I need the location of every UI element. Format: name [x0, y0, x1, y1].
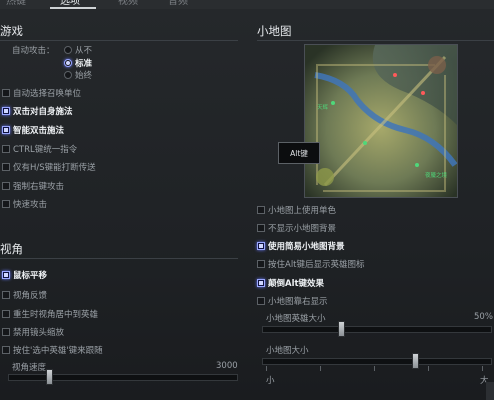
panel-scrollbar[interactable] [486, 382, 494, 400]
minimap-hero-size-label: 小地图英雄大小 [266, 314, 326, 324]
camera-speed-label: 视角速度 [12, 363, 47, 373]
camera-speed-slider-thumb[interactable] [46, 369, 53, 385]
camera-speed-value: 3000 [216, 361, 238, 371]
auto-attack-option-standard[interactable]: 标准 [75, 57, 92, 69]
minimap-size-tick [320, 366, 321, 371]
checkbox-hide-minimap-background[interactable] [257, 224, 265, 232]
tab-video[interactable]: 视频 [118, 0, 138, 8]
checkbox-invert-alt-effect[interactable] [257, 279, 265, 287]
checkbox-double-tap-self-cast[interactable] [2, 107, 10, 115]
minimap-size-tick [374, 366, 375, 371]
label-minimap-simple-colors: 小地图上使用单色 [268, 206, 337, 216]
auto-attack-radio-never[interactable] [64, 46, 72, 54]
checkbox-force-right-click-attack[interactable] [2, 182, 10, 190]
checkbox-camera-feedback[interactable] [2, 291, 10, 299]
tab-audio[interactable]: 音频 [168, 0, 188, 8]
label-edge-pan: 鼠标平移 [13, 271, 48, 281]
game-section-divider [0, 40, 238, 41]
auto-attack-radio-standard[interactable] [64, 59, 72, 67]
label-hold-to-follow: 按住'选中英雄'键来跟随 [13, 346, 103, 356]
label-quick-attack: 快速攻击 [13, 200, 48, 210]
minimap-section-divider [257, 40, 494, 41]
label-smart-double-tap: 智能双击施法 [13, 126, 65, 136]
label-disable-zoom: 禁用镜头缩放 [13, 328, 65, 338]
label-hide-minimap-background: 不显示小地图背景 [268, 224, 337, 234]
label-auto-select-summons: 自动选择召唤单位 [13, 89, 82, 99]
auto-attack-option-always[interactable]: 始终 [75, 69, 92, 81]
minimap-size-tick [482, 366, 483, 371]
minimap-section-title: 小地图 [257, 24, 292, 38]
camera-speed-track[interactable] [8, 374, 238, 381]
label-simple-minimap-background: 使用简易小地图背景 [268, 242, 345, 252]
minimap-size-label: 小地图大小 [266, 346, 309, 356]
game-section-title: 游戏 [0, 24, 23, 38]
auto-attack-option-never[interactable]: 从不 [75, 44, 92, 56]
minimap-label-radiant: 天辉 [317, 105, 329, 111]
minimap-preview: 天辉 夜魇之境 [304, 44, 458, 198]
camera-section-divider [0, 258, 238, 259]
label-force-right-click-attack: 强制右键攻击 [13, 182, 65, 192]
checkbox-quick-attack[interactable] [2, 200, 10, 208]
alt-key-preview-button[interactable]: Alt键 [278, 142, 320, 164]
checkbox-simple-minimap-background[interactable] [257, 242, 265, 250]
minimap-size-track[interactable] [262, 358, 492, 365]
tab-bar: 热键 选项 视频 音频 [0, 0, 494, 9]
checkbox-minimap-simple-colors[interactable] [257, 206, 265, 214]
minimap-size-slider-thumb[interactable] [412, 353, 419, 369]
label-minimap-on-right: 小地图靠右显示 [268, 297, 328, 307]
checkbox-hs-interrupt-tp[interactable] [2, 163, 10, 171]
label-hs-interrupt-tp: 仅有H/S键能打断传送 [13, 163, 96, 173]
minimap-size-tick [428, 366, 429, 371]
checkbox-edge-pan[interactable] [2, 271, 10, 279]
label-camera-feedback: 视角反馈 [13, 291, 48, 301]
checkbox-minimap-on-right[interactable] [257, 297, 265, 305]
label-ctrl-unified-orders: CTRL键统一指令 [13, 145, 78, 155]
minimap-size-tick [266, 366, 267, 371]
label-center-on-respawn: 重生时视角居中到英雄 [13, 310, 99, 320]
label-double-tap-self-cast: 双击对自身施法 [13, 107, 73, 117]
checkbox-disable-zoom[interactable] [2, 328, 10, 336]
minimap-hero-size-slider-thumb[interactable] [338, 321, 345, 337]
tab-hotkeys[interactable]: 热键 [6, 0, 26, 8]
checkbox-alt-show-hero-icons[interactable] [257, 260, 265, 268]
minimap-hero-size-track[interactable] [262, 326, 492, 333]
auto-attack-label: 自动攻击： [12, 46, 55, 56]
camera-section-title: 视角 [0, 242, 23, 256]
minimap-label-dire: 夜魇之境 [425, 173, 448, 179]
minimap-size-min-label: 小 [266, 376, 275, 386]
label-alt-show-hero-icons: 按住Alt键后显示英雄图标 [268, 260, 365, 270]
checkbox-ctrl-unified-orders[interactable] [2, 145, 10, 153]
label-invert-alt-effect: 颠倒Alt键效果 [268, 279, 325, 289]
checkbox-hold-to-follow[interactable] [2, 346, 10, 354]
minimap-hero-size-value: 50% [474, 312, 493, 322]
checkbox-smart-double-tap[interactable] [2, 126, 10, 134]
auto-attack-radio-always[interactable] [64, 71, 72, 79]
checkbox-center-on-respawn[interactable] [2, 310, 10, 318]
checkbox-auto-select-summons[interactable] [2, 89, 10, 97]
